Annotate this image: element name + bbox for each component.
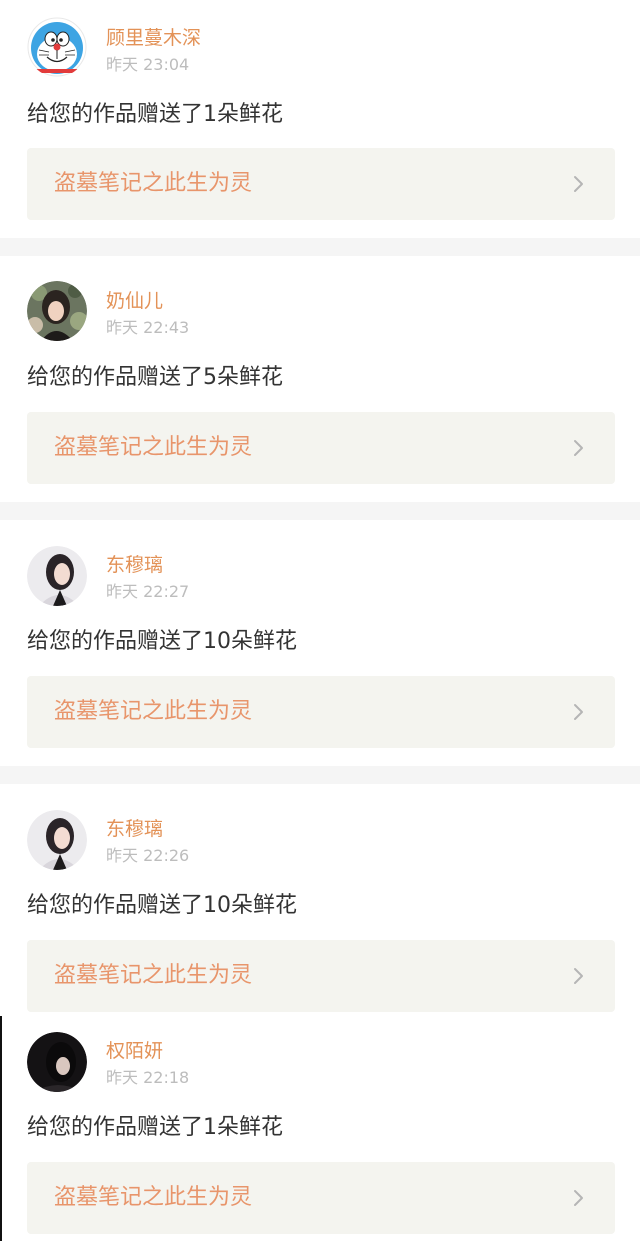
notification-item: 东穆璃 昨天 22:27 给您的作品赠送了10朵鲜花 盗墓笔记之此生为灵: [0, 520, 640, 766]
work-link[interactable]: 盗墓笔记之此生为灵: [27, 1162, 615, 1234]
work-title: 盗墓笔记之此生为灵: [54, 435, 253, 460]
flower-gift-notification-feed: 顾里蔓木深 昨天 23:04 给您的作品赠送了1朵鲜花 盗墓笔记之此生为灵 奶仙…: [0, 0, 640, 1241]
work-title: 盗墓笔记之此生为灵: [54, 171, 253, 196]
username[interactable]: 东穆璃: [106, 553, 163, 577]
timestamp: 昨天 22:43: [106, 318, 190, 337]
divider: [0, 502, 640, 520]
screenshot-edge: [0, 1016, 2, 1241]
timestamp: 昨天 22:27: [106, 582, 190, 601]
work-title: 盗墓笔记之此生为灵: [54, 1185, 253, 1210]
notification-item: 权陌妍 昨天 22:18 给您的作品赠送了1朵鲜花 盗墓笔记之此生为灵: [0, 1016, 640, 1241]
user-photo-avatar-icon[interactable]: [27, 810, 87, 870]
notification-item: 顾里蔓木深 昨天 23:04 给您的作品赠送了1朵鲜花 盗墓笔记之此生为灵: [0, 0, 640, 238]
chevron-right-icon: [574, 704, 583, 720]
gift-message: 给您的作品赠送了10朵鲜花: [27, 629, 297, 654]
work-link[interactable]: 盗墓笔记之此生为灵: [27, 676, 615, 748]
chevron-right-icon: [574, 176, 583, 192]
timestamp: 昨天 23:04: [106, 55, 190, 74]
username[interactable]: 东穆璃: [106, 817, 163, 841]
work-link[interactable]: 盗墓笔记之此生为灵: [27, 940, 615, 1012]
username[interactable]: 奶仙儿: [106, 289, 163, 313]
user-photo-avatar-icon[interactable]: [27, 546, 87, 606]
work-link[interactable]: 盗墓笔记之此生为灵: [27, 412, 615, 484]
timestamp: 昨天 22:26: [106, 846, 190, 865]
user-photo-avatar-icon[interactable]: [27, 281, 87, 341]
gift-message: 给您的作品赠送了10朵鲜花: [27, 893, 297, 918]
chevron-right-icon: [574, 968, 583, 984]
gift-message: 给您的作品赠送了5朵鲜花: [27, 365, 283, 390]
gift-message: 给您的作品赠送了1朵鲜花: [27, 1115, 283, 1140]
chevron-right-icon: [574, 440, 583, 456]
notification-item: 奶仙儿 昨天 22:43 给您的作品赠送了5朵鲜花 盗墓笔记之此生为灵: [0, 256, 640, 502]
divider: [0, 766, 640, 784]
notification-item: 东穆璃 昨天 22:26 给您的作品赠送了10朵鲜花 盗墓笔记之此生为灵: [0, 784, 640, 1016]
work-link[interactable]: 盗墓笔记之此生为灵: [27, 148, 615, 220]
gift-message: 给您的作品赠送了1朵鲜花: [27, 102, 283, 127]
chevron-right-icon: [574, 1190, 583, 1206]
work-title: 盗墓笔记之此生为灵: [54, 699, 253, 724]
work-title: 盗墓笔记之此生为灵: [54, 963, 253, 988]
divider: [0, 238, 640, 256]
user-photo-avatar-icon[interactable]: [27, 1032, 87, 1092]
doraemon-avatar-icon[interactable]: [27, 17, 87, 77]
username[interactable]: 权陌妍: [106, 1039, 163, 1063]
username[interactable]: 顾里蔓木深: [106, 26, 201, 50]
timestamp: 昨天 22:18: [106, 1068, 190, 1087]
